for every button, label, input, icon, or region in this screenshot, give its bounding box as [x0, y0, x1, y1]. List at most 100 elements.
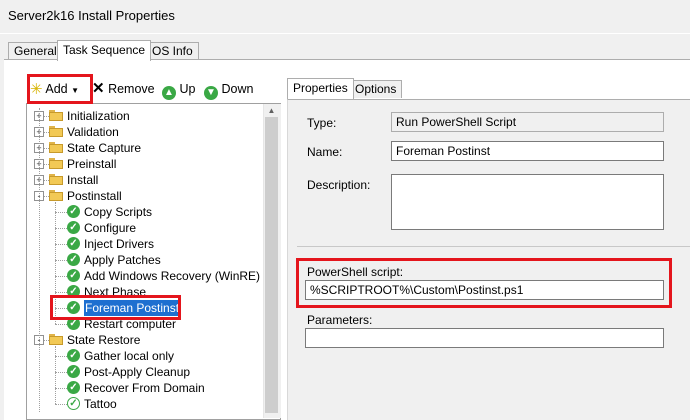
folder-icon — [49, 334, 63, 345]
check-icon: ✓ — [67, 285, 80, 298]
section-divider — [297, 246, 690, 247]
tree-connector — [55, 292, 67, 293]
tree-item[interactable]: + State Capture — [27, 140, 264, 156]
tree-item-label: Next Phase — [84, 285, 147, 299]
tree-item-label: Install — [67, 173, 99, 187]
tree-connector — [55, 356, 67, 357]
folder-icon — [49, 158, 63, 169]
tree-connector — [55, 260, 67, 261]
add-label: Add — [45, 82, 68, 96]
tree-item-label: Foreman Postinst — [84, 300, 181, 316]
tree-item[interactable]: - State Restore — [27, 332, 264, 348]
add-icon: ✳ — [30, 81, 43, 98]
tree-connector — [55, 324, 67, 325]
tree-item[interactable]: ✓ Recover From Domain — [27, 380, 264, 396]
tree-item-label: Tattoo — [84, 397, 117, 411]
tab-general[interactable]: General — [8, 42, 63, 60]
up-label: Up — [179, 82, 196, 96]
tree-item[interactable]: ✓ Add Windows Recovery (WinRE) — [27, 268, 264, 284]
check-icon: ✓ — [67, 365, 80, 378]
tree-item[interactable]: ✓ Post-Apply Cleanup — [27, 364, 264, 380]
check-icon: ✓ — [67, 349, 80, 362]
tree-item[interactable]: ✓ Apply Patches — [27, 252, 264, 268]
check-icon: ✓ — [67, 237, 80, 250]
tree-item[interactable]: + Initialization — [27, 108, 264, 124]
down-button[interactable]: ▼ Down — [204, 78, 253, 100]
tree-guide-line — [39, 108, 40, 412]
title-divider — [0, 33, 690, 34]
tree-item-label: Configure — [84, 221, 137, 235]
tab-task-sequence[interactable]: Task Sequence — [57, 40, 152, 61]
tree-guide-line — [55, 202, 56, 324]
check-icon: ✓ — [67, 205, 80, 218]
type-field: Run PowerShell Script — [391, 112, 664, 132]
check-icon: ✓ — [67, 221, 80, 234]
x-icon: ✕ — [92, 80, 105, 97]
tree-guide-line — [55, 346, 56, 404]
description-field[interactable] — [391, 174, 664, 230]
up-button[interactable]: ▲ Up — [162, 78, 195, 100]
tree-item[interactable]: - Postinstall — [27, 188, 264, 204]
tree-item[interactable]: ✓ Inject Drivers — [27, 236, 264, 252]
scroll-up-icon[interactable]: ▲ — [263, 104, 280, 117]
task-sequence-tree: + Initialization + Validation + State Capture… — [26, 103, 281, 420]
tree-item[interactable]: + Preinstall — [27, 156, 264, 172]
tree-item-label: Initialization — [67, 109, 130, 123]
check-icon: ✓ — [67, 381, 80, 394]
down-label: Down — [221, 82, 254, 96]
tree-item[interactable]: + Install — [27, 172, 264, 188]
add-button[interactable]: ✳ Add ▼ — [30, 78, 79, 100]
tree-item[interactable]: ✓ Foreman Postinst — [27, 300, 264, 316]
tree-item-label: Add Windows Recovery (WinRE) — [84, 269, 261, 283]
tree-connector — [55, 244, 67, 245]
check-icon: ✓ — [67, 269, 80, 282]
tree-connector — [55, 308, 67, 309]
tree-item[interactable]: + Validation — [27, 124, 264, 140]
check-icon: ✓ — [67, 301, 80, 314]
remove-label: Remove — [108, 82, 155, 96]
tree-item[interactable]: ✓ Gather local only — [27, 348, 264, 364]
up-arrow-icon: ▲ — [162, 86, 176, 100]
tree-item[interactable]: ✓ Restart computer — [27, 316, 264, 332]
folder-icon — [49, 142, 63, 153]
folder-icon — [49, 174, 63, 185]
tree-item-label: State Capture — [67, 141, 142, 155]
tab-options[interactable]: Options — [349, 80, 403, 98]
tree-item-label: Copy Scripts — [84, 205, 153, 219]
window-title: Server2k16 Install Properties — [8, 8, 175, 23]
tree-connector — [55, 388, 67, 389]
tree-item[interactable]: ✓ Next Phase — [27, 284, 264, 300]
tree-connector — [55, 276, 67, 277]
type-label: Type: — [307, 116, 337, 130]
powershell-script-field[interactable]: %SCRIPTROOT%\Custom\Postinst.ps1 — [305, 280, 664, 300]
tree-item-label: Gather local only — [84, 349, 175, 363]
down-arrow-icon: ▼ — [204, 86, 218, 100]
folder-icon — [49, 190, 63, 201]
parameters-label: Parameters: — [307, 313, 373, 327]
tree-item-label: Restart computer — [84, 317, 177, 331]
tree-connector — [55, 228, 67, 229]
check-empty-icon: ✓ — [67, 397, 80, 410]
tree-item-label: Postinstall — [67, 189, 122, 203]
scrollbar-thumb[interactable] — [265, 117, 278, 413]
dropdown-arrow-icon: ▼ — [71, 86, 80, 95]
tree-item-label: Recover From Domain — [84, 381, 205, 395]
folder-icon — [49, 126, 63, 137]
tree-item-label: Validation — [67, 125, 119, 139]
tree-item[interactable]: ✓ Configure — [27, 220, 264, 236]
tree-connector — [55, 404, 67, 405]
tree-item[interactable]: ✓ Tattoo — [27, 396, 264, 412]
tab-properties[interactable]: Properties — [287, 78, 354, 99]
tree-item-label: Post-Apply Cleanup — [84, 365, 191, 379]
check-icon: ✓ — [67, 253, 80, 266]
parameters-field[interactable] — [305, 328, 664, 348]
check-icon: ✓ — [67, 317, 80, 330]
tree-item-label: Preinstall — [67, 157, 117, 171]
tree-item[interactable]: ✓ Copy Scripts — [27, 204, 264, 220]
name-field[interactable]: Foreman Postinst — [391, 141, 664, 161]
tree-connector — [55, 372, 67, 373]
powershell-script-label: PowerShell script: — [307, 265, 404, 279]
tab-os-info[interactable]: OS Info — [146, 42, 199, 60]
remove-button[interactable]: ✕ Remove — [92, 78, 155, 100]
tree-item-label: Inject Drivers — [84, 237, 155, 251]
